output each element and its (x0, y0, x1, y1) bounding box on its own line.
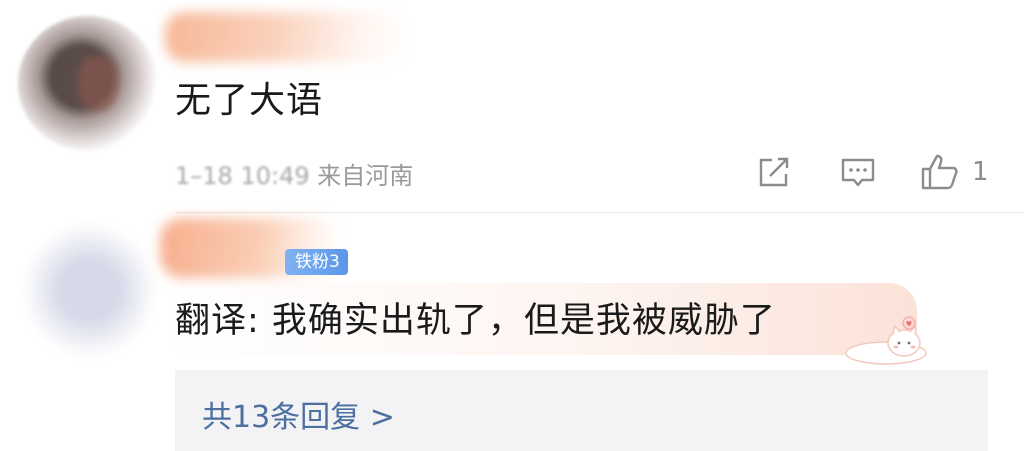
replies-box: 共13条回复 > (175, 370, 988, 451)
comment-location: 来自河南 (317, 162, 414, 190)
fan-badge[interactable]: 铁粉3 (285, 249, 348, 275)
username-redacted[interactable] (165, 12, 405, 62)
comment-icon (841, 158, 875, 187)
reply-button[interactable] (840, 152, 876, 192)
comment-meta: 1–18 10:49 来自河南 (175, 156, 413, 191)
cat-sticker-icon (845, 316, 927, 365)
share-button[interactable] (756, 152, 792, 192)
like-button[interactable]: 1 (920, 152, 989, 192)
share-icon (759, 157, 789, 187)
divider (175, 212, 1024, 213)
view-replies-link[interactable]: 共13条回复 > (202, 392, 395, 436)
avatar[interactable] (22, 220, 157, 360)
avatar[interactable] (18, 16, 158, 151)
thumbs-up-icon (921, 154, 958, 190)
like-count: 1 (972, 157, 989, 187)
comment-text: 无了大语 (175, 80, 324, 121)
comment-time: 1–18 10:49 (175, 162, 310, 190)
comment-text: 翻译: 我确实出轨了，但是我被威胁了 (175, 301, 776, 341)
